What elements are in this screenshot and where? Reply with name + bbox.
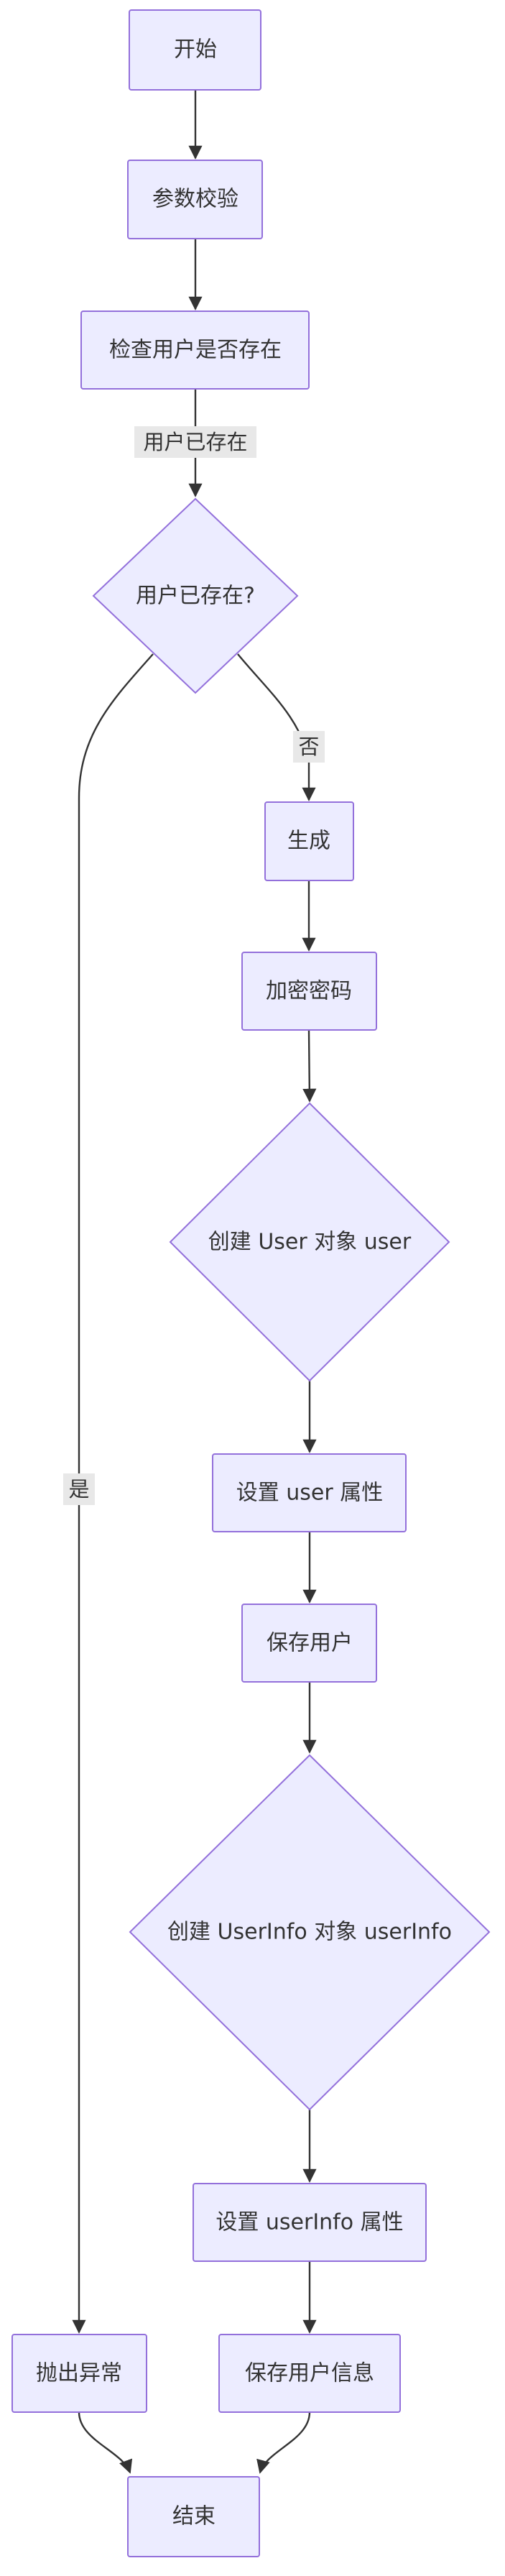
node-validate[interactable]: 参数校验 [127,160,263,239]
node-create-user[interactable]: 创建 User 对象 user [169,1102,450,1382]
node-create-user-label: 创建 User 对象 user [208,1230,412,1255]
node-end[interactable]: 结束 [127,2476,260,2557]
node-throw-exception[interactable]: 抛出异常 [11,2334,147,2413]
edge-decision-to-generate [237,653,316,801]
node-create-userinfo-label: 创建 UserInfo 对象 userInfo [167,1920,452,1945]
node-set-user-props[interactable]: 设置 user 属性 [212,1453,407,1532]
node-user-exists-decision-label: 用户已存在? [136,584,255,609]
node-generate[interactable]: 生成 [264,801,354,881]
flowchart-diagram: 用户已存在 否 是 开始 参数校验 检查用户是否存在 用户已存在? 生成 加密密… [11,9,491,2557]
node-start[interactable]: 开始 [129,9,261,91]
node-set-userinfo-props-label: 设置 userInfo 属性 [216,2210,403,2235]
node-save-userinfo[interactable]: 保存用户信息 [218,2334,401,2413]
node-save-user-label: 保存用户 [267,1631,353,1656]
node-encrypt-password-label: 加密密码 [266,979,352,1004]
node-create-userinfo[interactable]: 创建 UserInfo 对象 userInfo [129,1754,491,2111]
node-check-user[interactable]: 检查用户是否存在 [80,310,310,390]
edge-label-no: 否 [293,731,325,763]
nodes: 开始 参数校验 检查用户是否存在 用户已存在? 生成 加密密码 创建 User … [11,9,491,2557]
node-encrypt-password[interactable]: 加密密码 [241,952,377,1031]
node-save-user[interactable]: 保存用户 [241,1604,377,1683]
node-end-label: 结束 [172,2504,216,2529]
edge-label-yes-text: 是 [68,1477,89,1501]
node-validate-label: 参数校验 [152,187,238,212]
node-check-user-label: 检查用户是否存在 [109,338,282,363]
edge-encrypt-to-create-user [302,1029,317,1103]
edge-label-no-text: 否 [298,735,319,759]
edge-save-userinfo-to-end [256,2411,311,2474]
edge-label-user-exists-text: 用户已存在 [143,430,247,454]
node-set-user-props-label: 设置 user 属性 [236,1481,384,1506]
edge-throw-to-end [78,2411,133,2474]
node-set-userinfo-props[interactable]: 设置 userInfo 属性 [193,2183,427,2262]
node-save-userinfo-label: 保存用户信息 [245,2361,374,2386]
node-generate-label: 生成 [287,829,330,854]
node-start-label: 开始 [174,37,217,63]
node-throw-exception-label: 抛出异常 [36,2361,122,2386]
node-user-exists-decision[interactable]: 用户已存在? [92,497,299,694]
edge-label-yes: 是 [63,1473,95,1505]
edge-label-user-exists: 用户已存在 [134,426,256,458]
